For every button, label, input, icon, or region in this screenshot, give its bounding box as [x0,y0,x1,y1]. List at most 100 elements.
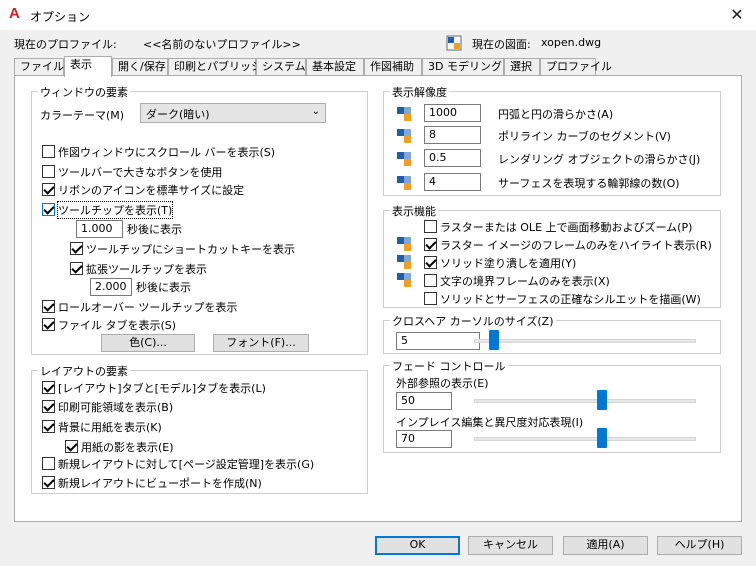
display-resolution-label: 表示解像度 [390,84,449,100]
chevron-down-icon: ⌄ [311,106,320,117]
printable-area-label: 印刷可能領域を表示(B) [58,401,174,414]
file-tabs-checkbox[interactable] [42,318,55,331]
contour-lines-label: サーフェスを表現する輪郭線の数(O) [498,177,680,190]
printable-area-checkbox[interactable] [42,400,55,413]
text-frame-checkbox[interactable] [424,274,437,287]
help-button[interactable]: ヘルプ(H) [657,536,742,555]
extended-tooltips-checkbox[interactable] [70,262,83,275]
current-profile-label: 現在のプロファイル: [14,38,117,51]
extended-tooltips-label: 拡張ツールチップを表示 [86,263,207,276]
solid-fill-checkbox[interactable] [424,256,437,269]
polyline-segments-input[interactable]: 8 [424,126,481,144]
paper-shadow-label: 用紙の影を表示(E) [81,441,174,454]
rollover-label: ロールオーバー ツールチップを表示 [58,301,238,314]
rollover-checkbox[interactable] [42,300,55,313]
tab-system[interactable]: システム [256,58,306,76]
scrollbars-checkbox[interactable] [42,145,55,158]
xref-fade-label: 外部参照の表示(E) [396,377,489,390]
drawing-property-icon [397,129,411,143]
page-setup-manager-checkbox[interactable] [42,457,55,470]
extended-delay-input[interactable]: 2.000 [90,278,132,296]
shortcut-keys-checkbox[interactable] [70,242,83,255]
ok-button[interactable]: OK [375,536,460,555]
drawing-property-icon [397,176,411,190]
window-elements-label: ウィンドウの要素 [38,84,130,100]
layout-elements-label: レイアウトの要素 [38,363,130,379]
solid-fill-label: ソリッド塗り潰しを適用(Y) [440,257,577,270]
ribbon-icons-label: リボンのアイコンを標準サイズに設定 [58,184,245,197]
paper-background-label: 背景に用紙を表示(K) [58,421,162,434]
text-frame-label: 文字の境界フレームのみを表示(X) [440,275,610,288]
color-theme-select[interactable]: ダーク(暗い) ⌄ [140,103,326,123]
create-viewport-label: 新規レイアウトにビューポートを作成(N) [58,477,262,490]
tab-user-preferences[interactable]: 基本設定 [306,58,364,76]
title-bar [0,0,756,30]
tooltip-delay-input[interactable]: 1.000 [76,220,123,238]
inplace-fade-slider-thumb[interactable] [596,428,607,448]
tab-plot-publish[interactable]: 印刷とパブリッシュ [168,58,273,76]
drawing-property-icon [397,255,411,269]
drawing-property-icon [397,237,411,251]
apply-button[interactable]: 適用(A) [563,536,648,555]
raster-ole-label: ラスターまたは OLE 上で画面移動およびズーム(P) [440,221,693,234]
xref-fade-input[interactable]: 50 [396,392,452,410]
create-viewport-checkbox[interactable] [42,476,55,489]
raster-frame-label: ラスター イメージのフレームのみをハイライト表示(R) [440,239,712,252]
show-tooltips-label: ツールチップを表示(T) [56,201,174,219]
window-title: オプション [30,10,91,24]
xref-fade-slider-track[interactable] [474,399,696,403]
polyline-segments-label: ポリライン カーブのセグメント(V) [498,130,671,143]
current-drawing-label: 現在の図面: [472,38,531,51]
scrollbars-label: 作図ウィンドウにスクロール バーを表示(S) [58,146,276,159]
silhouettes-checkbox[interactable] [424,292,437,305]
color-button[interactable]: 色(C)... [101,334,195,352]
cancel-button[interactable]: キャンセル [468,536,553,555]
tab-open-save[interactable]: 開く/保存 [112,58,168,76]
tab-files[interactable]: ファイル [14,58,64,76]
crosshair-size-input[interactable]: 5 [396,332,480,350]
paper-shadow-checkbox[interactable] [65,440,78,453]
close-icon[interactable]: ✕ [726,4,748,26]
show-tooltips-checkbox[interactable] [42,203,55,216]
contour-lines-input[interactable]: 4 [424,173,481,191]
crosshair-slider-thumb[interactable] [488,330,499,350]
display-performance-label: 表示機能 [390,203,438,219]
drawing-property-icon [397,273,411,287]
color-theme-value: ダーク(暗い) [146,108,210,121]
tooltip-delay-suffix: 秒後に表示 [127,223,182,236]
arc-smoothness-label: 円弧と円の滑らかさ(A) [498,108,614,121]
layout-model-tabs-checkbox[interactable] [42,381,55,394]
inplace-fade-slider-track[interactable] [474,437,696,441]
tab-profiles[interactable]: プロファイル [540,58,612,76]
drawing-property-icon [397,152,411,166]
current-profile-value: <<名前のないプロファイル>> [143,38,301,51]
drawing-file-icon [446,35,462,51]
tab-display[interactable]: 表示 [64,56,112,77]
silhouettes-label: ソリッドとサーフェスの正確なシルエットを描画(W) [440,293,701,306]
xref-fade-slider-thumb[interactable] [596,390,607,410]
drawing-property-icon [397,107,411,121]
extended-delay-suffix: 秒後に表示 [136,281,191,294]
font-button[interactable]: フォント(F)... [213,334,309,352]
ribbon-icons-checkbox[interactable] [42,183,55,196]
crosshair-slider-track[interactable] [474,339,696,343]
page-setup-manager-label: 新規レイアウトに対して[ページ設定管理]を表示(G) [58,458,315,471]
large-buttons-checkbox[interactable] [42,165,55,178]
tab-drafting[interactable]: 作図補助 [364,58,422,76]
inplace-fade-input[interactable]: 70 [396,430,452,448]
crosshair-size-label: クロスヘア カーソルのサイズ(Z) [390,313,556,329]
large-buttons-label: ツールバーで大きなボタンを使用 [58,166,223,179]
current-drawing-value: xopen.dwg [541,36,602,49]
inplace-fade-label: インプレイス編集と異尺度対応表現(I) [396,416,584,429]
arc-smoothness-input[interactable]: 1000 [424,104,481,122]
file-tabs-label: ファイル タブを表示(S) [58,319,177,332]
tab-selection[interactable]: 選択 [504,58,540,76]
layout-model-tabs-label: [レイアウト]タブと[モデル]タブを表示(L) [58,382,266,395]
raster-frame-checkbox[interactable] [424,238,437,251]
paper-background-checkbox[interactable] [42,420,55,433]
raster-ole-checkbox[interactable] [424,220,437,233]
rendered-smoothness-input[interactable]: 0.5 [424,149,481,167]
tab-3d-modeling[interactable]: 3D モデリング [422,58,504,76]
fade-control-label: フェード コントロール [390,358,508,374]
rendered-smoothness-label: レンダリング オブジェクトの滑らかさ(J) [498,153,701,166]
